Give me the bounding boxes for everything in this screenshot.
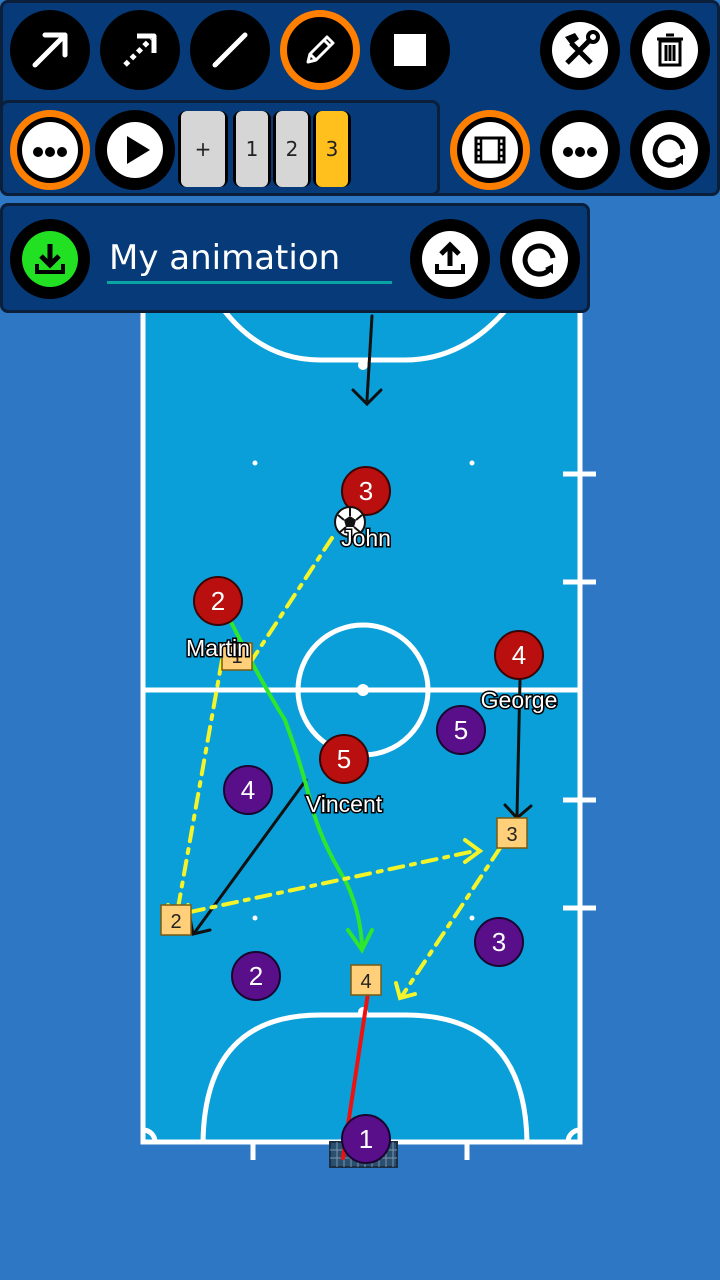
purple-player-3-number: 3 xyxy=(492,927,506,957)
purple-player-1-number: 1 xyxy=(359,1124,373,1154)
tools-button[interactable] xyxy=(540,10,620,90)
purple-player-2[interactable]: 2 xyxy=(231,951,281,1001)
more-options-right-button[interactable] xyxy=(540,110,620,190)
frame-label-3: 3 xyxy=(316,111,348,187)
animation-button[interactable] xyxy=(450,110,530,190)
add-frame-label: + xyxy=(181,111,225,187)
frame-label-2: 2 xyxy=(276,111,308,187)
red-player-john-number: 3 xyxy=(359,476,373,506)
delete-button[interactable] xyxy=(630,10,710,90)
dashed-arrow-icon xyxy=(123,33,157,67)
line-tool-button[interactable] xyxy=(190,10,270,90)
player-name-john: John xyxy=(341,525,391,551)
film-icon xyxy=(462,122,518,178)
purple-player-3[interactable]: 3 xyxy=(474,917,524,967)
more-dots-icon xyxy=(22,122,78,178)
download-button[interactable] xyxy=(10,219,90,299)
arrow-icon xyxy=(32,32,68,68)
marker-3[interactable]: 3 xyxy=(496,817,528,849)
pencil-icon xyxy=(306,35,335,64)
upload-icon xyxy=(422,231,478,287)
add-frame-button[interactable]: + xyxy=(178,111,228,187)
reload-button[interactable] xyxy=(500,219,580,299)
trash-icon xyxy=(642,22,698,78)
arrow-tool-button[interactable] xyxy=(10,10,90,90)
red-player-vincent-number: 5 xyxy=(337,744,351,774)
square-icon xyxy=(394,34,426,66)
purple-player-2-number: 2 xyxy=(249,961,263,991)
purple-player-4[interactable]: 4 xyxy=(223,765,273,815)
stop-tool-button[interactable] xyxy=(370,10,450,90)
reset-button[interactable] xyxy=(630,110,710,190)
play-button[interactable] xyxy=(95,110,175,190)
frame-button-1[interactable]: 1 xyxy=(233,111,271,187)
hammer-wrench-icon xyxy=(552,22,608,78)
marker-2[interactable]: 2 xyxy=(160,904,192,936)
pencil-tool-button[interactable] xyxy=(280,10,360,90)
red-player-george-number: 4 xyxy=(512,640,526,670)
purple-player-1[interactable]: 1 xyxy=(341,1114,391,1164)
frame-label-1: 1 xyxy=(236,111,268,187)
player-name-vincent: Vincent xyxy=(306,791,383,817)
red-player-martin[interactable]: 2 xyxy=(193,576,243,626)
marker-3-label: 3 xyxy=(506,824,517,846)
line-icon xyxy=(212,32,248,68)
player-name-george: George xyxy=(481,687,558,713)
refresh-icon xyxy=(642,122,698,178)
red-player-martin-number: 2 xyxy=(211,586,225,616)
animation-name-input[interactable]: My animation xyxy=(107,234,392,284)
download-icon xyxy=(22,231,78,287)
purple-player-5[interactable]: 5 xyxy=(436,705,486,755)
frame-button-2[interactable]: 2 xyxy=(273,111,311,187)
purple-player-5-number: 5 xyxy=(454,715,468,745)
more-options-left-button[interactable] xyxy=(10,110,90,190)
marker-4-label: 4 xyxy=(360,971,371,993)
play-icon xyxy=(107,122,163,178)
marker-2-label: 2 xyxy=(170,911,181,933)
dashed-arrow-tool-button[interactable] xyxy=(100,10,180,90)
upload-button[interactable] xyxy=(410,219,490,299)
marker-4[interactable]: 4 xyxy=(350,964,382,996)
purple-player-4-number: 4 xyxy=(241,775,255,805)
refresh-icon xyxy=(512,231,568,287)
red-player-vincent[interactable]: 5 xyxy=(319,734,369,784)
player-name-martin: Martin xyxy=(186,635,250,661)
more-dots-icon xyxy=(552,122,608,178)
frame-button-3[interactable]: 3 xyxy=(313,111,351,187)
red-player-george[interactable]: 4 xyxy=(494,630,544,680)
